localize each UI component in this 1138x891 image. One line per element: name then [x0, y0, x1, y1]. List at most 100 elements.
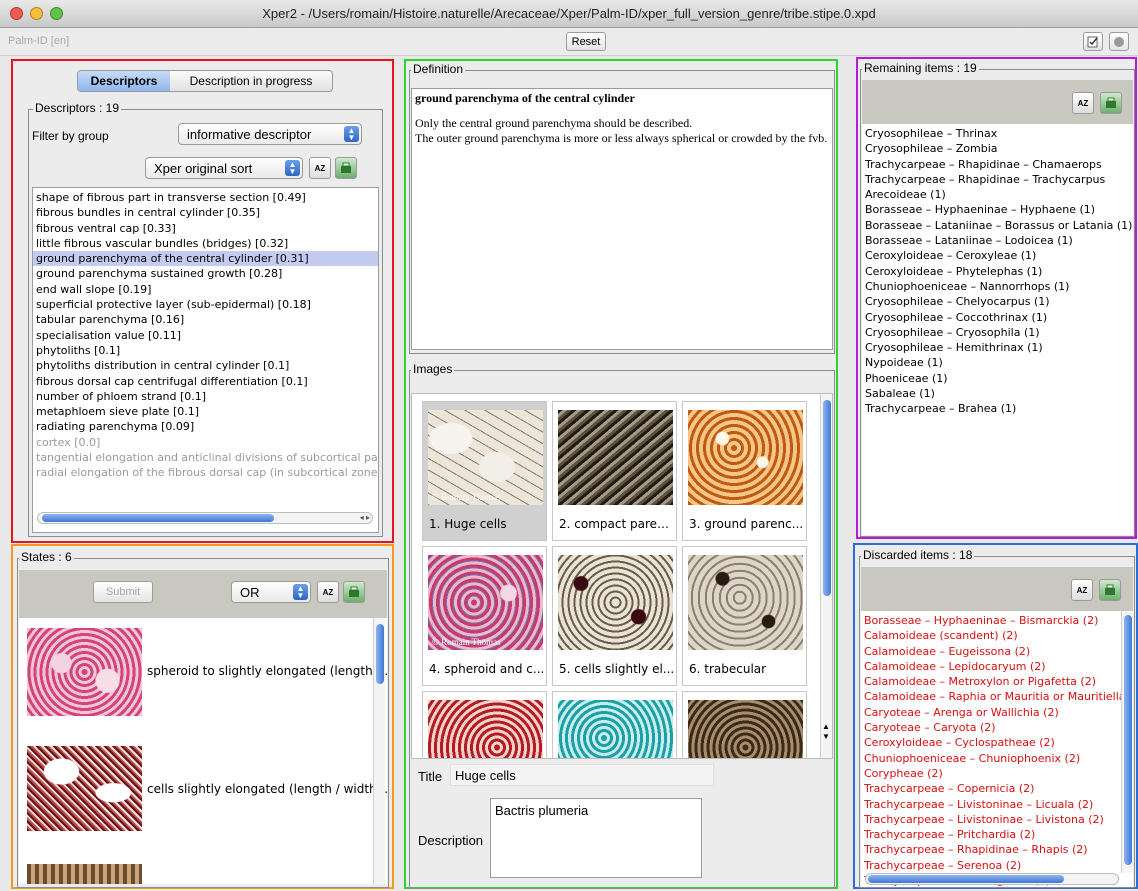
- descriptor-item[interactable]: little fibrous vascular bundles (bridges…: [33, 236, 378, 251]
- image-thumb-9[interactable]: [682, 691, 807, 758]
- horizontal-scrollbar[interactable]: [865, 873, 1119, 885]
- state-label-2[interactable]: cells slightly elongated (length / width…: [147, 782, 387, 796]
- descriptor-item[interactable]: fibrous dorsal cap centrifugal different…: [33, 374, 378, 389]
- discarded-item[interactable]: Borasseae – Hyphaeninae – Bismarckia (2): [861, 613, 1133, 628]
- remaining-item[interactable]: Borasseae – Hyphaeninae – Hyphaene (1): [862, 202, 1133, 217]
- discarded-item[interactable]: Trachycarpeae – Copernicia (2): [861, 781, 1133, 796]
- remaining-item[interactable]: Cryosophileae – Hemithrinax (1): [862, 340, 1133, 355]
- discarded-item[interactable]: Ceroxyloideae – Cyclospatheae (2): [861, 735, 1133, 750]
- remaining-item[interactable]: Ceroxyloideae – Ceroxyleae (1): [862, 248, 1133, 263]
- image-thumb-7[interactable]: [422, 691, 547, 758]
- discarded-item[interactable]: Calamoideae – Raphia or Mauritia or Maur…: [861, 689, 1133, 704]
- operator-select[interactable]: OR ▲ ▼: [231, 581, 311, 603]
- vertical-scrollbar[interactable]: [373, 618, 385, 884]
- discarded-item[interactable]: Caryoteae – Arenga or Wallichia (2): [861, 705, 1133, 720]
- remaining-item[interactable]: Borasseae – Lataniinae – Lodoicea (1): [862, 233, 1133, 248]
- state-image-3[interactable]: [27, 864, 142, 884]
- discarded-item[interactable]: Calamoideae (scandent) (2): [861, 628, 1133, 643]
- remaining-item[interactable]: Sabaleae (1): [862, 386, 1133, 401]
- image-description-field[interactable]: Bactris plumeria: [490, 798, 702, 878]
- descriptor-item[interactable]: tangential elongation and anticlinal div…: [33, 450, 378, 465]
- sort-select[interactable]: Xper original sort ▲ ▼: [145, 157, 303, 179]
- vertical-scrollbar[interactable]: ▲ ▼: [820, 394, 832, 758]
- scroll-arrows-icon[interactable]: ▲ ▼: [822, 722, 830, 742]
- remaining-item[interactable]: Phoeniceae (1): [862, 371, 1133, 386]
- descriptor-item[interactable]: phytoliths [0.1]: [33, 343, 378, 358]
- image-thumb-2[interactable]: 2. compact paren...: [552, 401, 677, 541]
- discarded-item[interactable]: Chuniophoeniceae – Chuniophoenix (2): [861, 751, 1133, 766]
- descriptor-item[interactable]: ground parenchyma of the central cylinde…: [33, 251, 378, 267]
- export-icon[interactable]: [1100, 92, 1122, 114]
- image-thumb-4[interactable]: © Romain Thomas 4. spheroid and c...: [422, 546, 547, 686]
- sort-az-icon[interactable]: AZ: [1072, 92, 1094, 114]
- descriptor-item[interactable]: metaphloem sieve plate [0.1]: [33, 404, 378, 419]
- export-icon[interactable]: [335, 157, 357, 179]
- discarded-item[interactable]: Trachycarpeae – Rhapidinae – Rhapis (2): [861, 842, 1133, 857]
- remaining-item[interactable]: Cryosophileae – Coccothrinax (1): [862, 310, 1133, 325]
- descriptor-item[interactable]: radial elongation of the fibrous dorsal …: [33, 465, 378, 480]
- horizontal-scrollbar[interactable]: ◂ ▸: [37, 512, 373, 524]
- scrollbar-thumb[interactable]: [823, 400, 831, 596]
- scrollbar-thumb[interactable]: [42, 514, 274, 522]
- remaining-item[interactable]: Cryosophileae – Zombia: [862, 141, 1133, 156]
- state-image-1[interactable]: [27, 628, 142, 716]
- descriptor-item[interactable]: fibrous ventral cap [0.33]: [33, 221, 378, 236]
- tab-description-in-progress[interactable]: Description in progress: [170, 71, 332, 91]
- image-thumb-6[interactable]: 6. trabecular: [682, 546, 807, 686]
- discarded-item[interactable]: Calamoideae – Metroxylon or Pigafetta (2…: [861, 674, 1133, 689]
- state-label-1[interactable]: spheroid to slightly elongated (length /…: [147, 664, 387, 678]
- descriptor-item[interactable]: radiating parenchyma [0.09]: [33, 419, 378, 434]
- descriptor-item[interactable]: fibrous bundles in central cylinder [0.3…: [33, 205, 378, 220]
- image-thumb-1[interactable]: © Romain Thomas 1. Huge cells: [422, 401, 547, 541]
- discarded-item[interactable]: Calamoideae – Lepidocaryum (2): [861, 659, 1133, 674]
- remaining-item[interactable]: Trachycarpeae – Brahea (1): [862, 401, 1133, 416]
- scroll-arrows-icon[interactable]: ◂ ▸: [360, 513, 370, 522]
- descriptor-item[interactable]: cortex [0.0]: [33, 435, 378, 450]
- discarded-item[interactable]: Trachycarpeae – Livistoninae – Livistona…: [861, 812, 1133, 827]
- definition-text-area[interactable]: ground parenchyma of the central cylinde…: [411, 88, 833, 350]
- remaining-item[interactable]: Borasseae – Lataniinae – Borassus or Lat…: [862, 218, 1133, 233]
- discarded-item[interactable]: Caryoteae – Caryota (2): [861, 720, 1133, 735]
- remaining-item[interactable]: Nypoideae (1): [862, 355, 1133, 370]
- checklist-icon[interactable]: [1083, 32, 1103, 51]
- vertical-scrollbar[interactable]: [1121, 611, 1133, 873]
- descriptor-item[interactable]: specialisation value [0.11]: [33, 328, 378, 343]
- image-thumb-5[interactable]: 5. cells slightly el...: [552, 546, 677, 686]
- remaining-item[interactable]: Chuniophoeniceae – Nannorrhops (1): [862, 279, 1133, 294]
- discarded-item[interactable]: Corypheae (2): [861, 766, 1133, 781]
- descriptor-item[interactable]: shape of fibrous part in transverse sect…: [33, 190, 378, 205]
- image-thumb-8[interactable]: [552, 691, 677, 758]
- group-filter-select[interactable]: informative descriptor ▲ ▼: [178, 123, 362, 145]
- reset-button[interactable]: Reset: [566, 32, 606, 51]
- discarded-item[interactable]: Trachycarpeae – Pritchardia (2): [861, 827, 1133, 842]
- submit-button[interactable]: Submit: [93, 581, 153, 603]
- scrollbar-thumb[interactable]: [1124, 615, 1132, 865]
- descriptor-item[interactable]: phytoliths distribution in central cylin…: [33, 358, 378, 373]
- export-icon[interactable]: [343, 581, 365, 603]
- descriptor-item[interactable]: superficial protective layer (sub-epider…: [33, 297, 378, 312]
- image-thumb-3[interactable]: 3. ground parenc...: [682, 401, 807, 541]
- descriptor-item[interactable]: end wall slope [0.19]: [33, 282, 378, 297]
- record-icon[interactable]: [1109, 32, 1129, 51]
- remaining-item[interactable]: Cryosophileae – Chelyocarpus (1): [862, 294, 1133, 309]
- remaining-item[interactable]: Trachycarpeae – Rhapidinae – Trachycarpu…: [862, 172, 1133, 187]
- descriptor-item[interactable]: tabular parenchyma [0.16]: [33, 312, 378, 327]
- discarded-item[interactable]: Trachycarpeae – Serenoa (2): [861, 858, 1133, 873]
- image-title-field[interactable]: Huge cells: [450, 764, 714, 786]
- sort-az-icon[interactable]: AZ: [1071, 579, 1093, 601]
- descriptor-item[interactable]: ground parenchyma sustained growth [0.28…: [33, 266, 378, 281]
- discarded-item[interactable]: Trachycarpeae – Livistoninae – Licuala (…: [861, 797, 1133, 812]
- scrollbar-thumb[interactable]: [868, 875, 1064, 883]
- remaining-item[interactable]: Ceroxyloideae – Phytelephas (1): [862, 264, 1133, 279]
- discarded-item[interactable]: Calamoideae – Eugeissona (2): [861, 644, 1133, 659]
- sort-az-icon[interactable]: AZ: [309, 157, 331, 179]
- remaining-item[interactable]: Cryosophileae – Cryosophila (1): [862, 325, 1133, 340]
- scrollbar-thumb[interactable]: [376, 624, 384, 684]
- descriptor-item[interactable]: number of phloem strand [0.1]: [33, 389, 378, 404]
- sort-az-icon[interactable]: AZ: [317, 581, 339, 603]
- tab-descriptors[interactable]: Descriptors: [78, 71, 170, 91]
- export-icon[interactable]: [1099, 579, 1121, 601]
- remaining-item[interactable]: Trachycarpeae – Rhapidinae – Chamaerops: [862, 157, 1133, 172]
- state-image-2[interactable]: [27, 746, 142, 831]
- remaining-item[interactable]: Arecoideae (1): [862, 187, 1133, 202]
